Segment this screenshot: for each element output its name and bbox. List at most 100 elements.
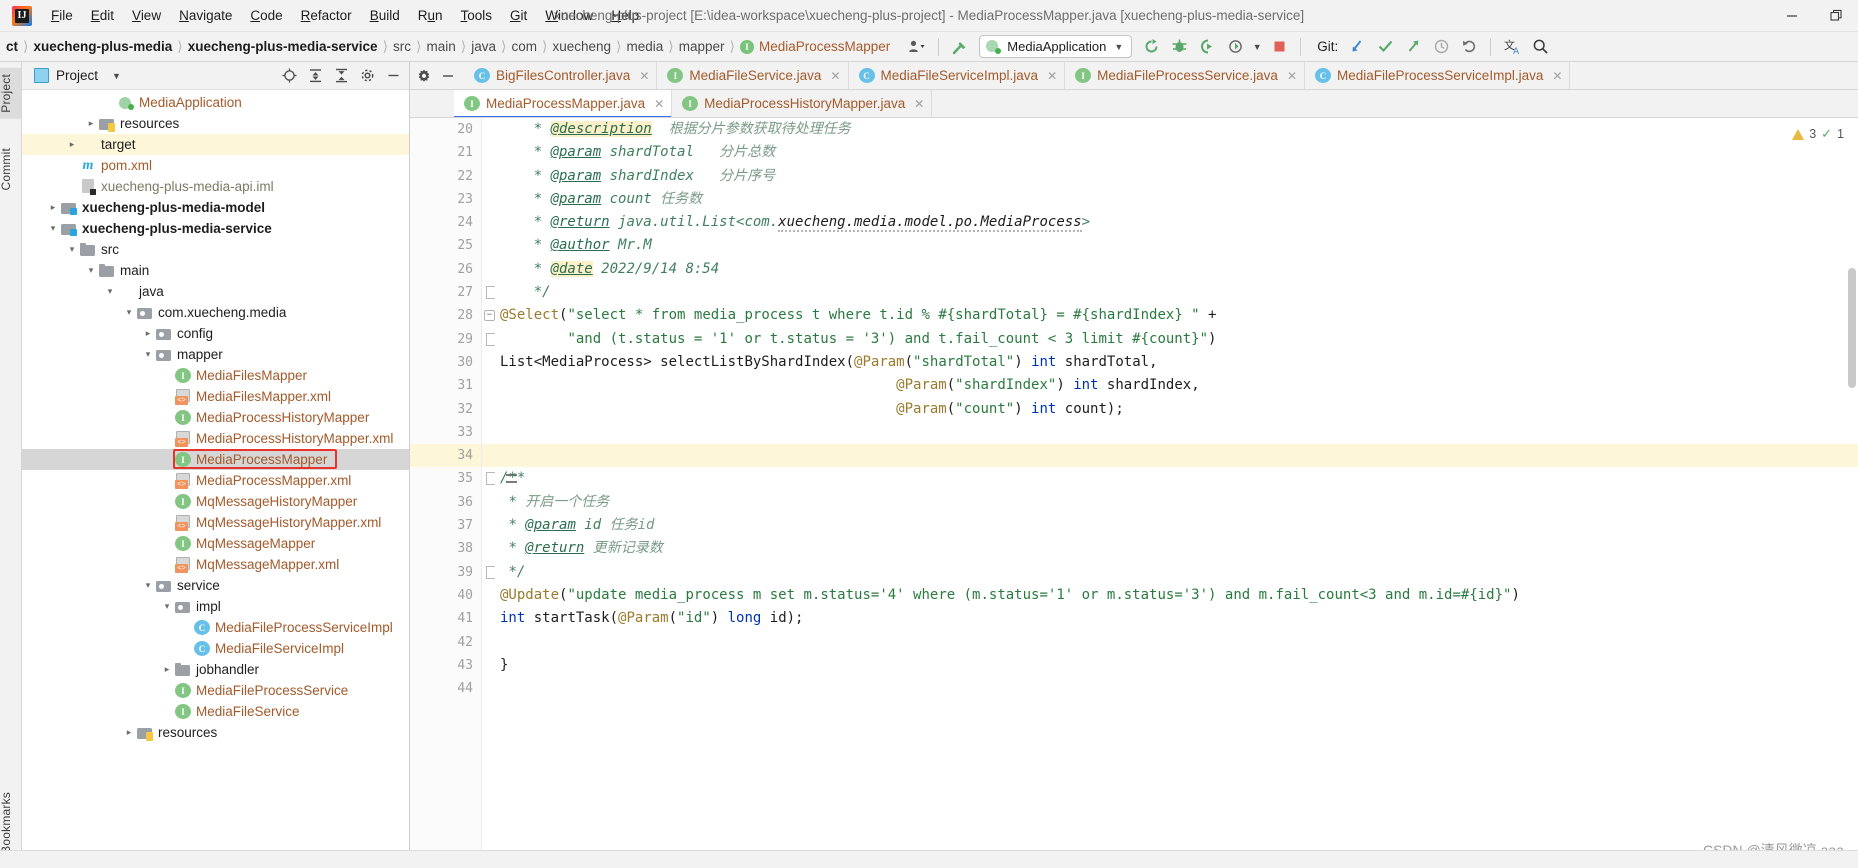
breadcrumb-item-5[interactable]: java — [467, 37, 500, 56]
tree-row[interactable]: C MediaFileProcessServiceImpl — [22, 617, 409, 638]
chevron-down-icon[interactable]: ▾ — [161, 601, 173, 613]
breadcrumb-item-file[interactable]: I MediaProcessMapper — [736, 37, 894, 56]
tree-row[interactable]: ▾ src — [22, 239, 409, 260]
code-content[interactable]: * @description 根据分片参数获取待处理任务 * @param sh… — [482, 118, 1858, 868]
menu-help[interactable]: Help — [602, 4, 648, 27]
tool-window-tab-project[interactable]: Project — [0, 68, 21, 119]
search-everywhere-icon[interactable] — [1527, 35, 1553, 59]
tree-row[interactable]: ▸ xuecheng-plus-media-model — [22, 197, 409, 218]
breadcrumb-item-7[interactable]: xuecheng — [548, 37, 615, 56]
chevron-right-icon[interactable]: ▸ — [161, 664, 173, 676]
tool-window-tab-bookmarks[interactable]: Bookmarks — [0, 786, 21, 860]
tree-row[interactable]: MediaProcessHistoryMapper.xml — [22, 428, 409, 449]
tree-row[interactable]: I MediaProcessMapper — [22, 449, 409, 470]
breadcrumb-item-9[interactable]: mapper — [675, 37, 729, 56]
tree-row[interactable]: ▾ mapper — [22, 344, 409, 365]
close-icon[interactable]: ✕ — [639, 69, 649, 83]
git-commit-icon[interactable] — [1372, 35, 1398, 59]
translate-icon[interactable]: 文 A — [1499, 35, 1525, 59]
breadcrumb-item-0[interactable]: ct — [2, 37, 22, 56]
settings-gear-icon[interactable] — [414, 65, 434, 87]
chevron-down-icon[interactable]: ▾ — [142, 349, 154, 361]
tree-row[interactable]: ▾ xuecheng-plus-media-service — [22, 218, 409, 239]
tree-row[interactable]: MqMessageMapper.xml — [22, 554, 409, 575]
rerun-icon[interactable] — [1138, 35, 1164, 59]
breadcrumb-item-3[interactable]: src — [389, 37, 415, 56]
breadcrumb-item-6[interactable]: com — [507, 37, 541, 56]
editor-tab[interactable]: I MediaFileService.java ✕ — [657, 62, 849, 89]
chevron-down-icon[interactable]: ▾ — [47, 223, 59, 235]
tree-row[interactable]: I MediaProcessHistoryMapper — [22, 407, 409, 428]
chevron-down-icon[interactable]: ▾ — [142, 580, 154, 592]
menu-git[interactable]: Git — [501, 4, 536, 27]
menu-run[interactable]: Run — [409, 4, 452, 27]
editor-tab[interactable]: C BigFilesController.java ✕ — [464, 62, 658, 89]
tree-row[interactable]: ▸ jobhandler — [22, 659, 409, 680]
menu-build[interactable]: Build — [361, 4, 409, 27]
menu-tools[interactable]: Tools — [452, 4, 502, 27]
chevron-right-icon[interactable]: ▸ — [123, 727, 135, 739]
tree-row[interactable]: ▸ resources — [22, 113, 409, 134]
debug-icon[interactable] — [1166, 35, 1192, 59]
tree-row[interactable]: I MqMessageMapper — [22, 533, 409, 554]
collapse-all-icon[interactable] — [329, 65, 353, 87]
menu-window[interactable]: Window — [536, 4, 602, 27]
tree-row[interactable]: MediaProcessMapper.xml — [22, 470, 409, 491]
chevron-down-icon[interactable]: ▼ — [112, 71, 121, 81]
tree-row[interactable]: I MediaFilesMapper — [22, 365, 409, 386]
avatar-icon[interactable] — [904, 35, 930, 59]
tree-row[interactable]: I MediaFileService — [22, 701, 409, 722]
menu-code[interactable]: Code — [241, 4, 291, 27]
editor-tab[interactable]: I MediaProcessHistoryMapper.java ✕ — [672, 90, 933, 117]
tree-row[interactable]: m pom.xml — [22, 155, 409, 176]
chevron-down-icon[interactable]: ▾ — [85, 265, 97, 277]
chevron-down-icon[interactable]: ▾ — [104, 286, 116, 298]
tree-row[interactable]: xuecheng-plus-media-api.iml — [22, 176, 409, 197]
breadcrumb-item-4[interactable]: main — [423, 37, 460, 56]
tree-row[interactable]: ▸ target — [22, 134, 409, 155]
menu-navigate[interactable]: Navigate — [170, 4, 241, 27]
close-icon[interactable]: ✕ — [914, 97, 924, 111]
tool-window-tab-commit[interactable]: Commit — [0, 142, 21, 197]
close-icon[interactable]: ✕ — [654, 97, 664, 111]
inspection-widget[interactable]: 3 ✓ 1 — [1792, 126, 1844, 142]
history-icon[interactable] — [1428, 35, 1454, 59]
close-icon[interactable]: ✕ — [1047, 69, 1057, 83]
editor-tab[interactable]: I MediaProcessMapper.java ✕ — [454, 90, 673, 117]
chevron-down-icon[interactable]: ▾ — [123, 307, 135, 319]
tree-row[interactable]: ▾ service — [22, 575, 409, 596]
run-with-coverage-icon[interactable] — [1194, 35, 1220, 59]
close-icon[interactable]: ✕ — [1552, 69, 1562, 83]
locate-icon[interactable] — [277, 65, 301, 87]
breadcrumb-item-8[interactable]: media — [622, 37, 667, 56]
menu-file[interactable]: File — [42, 4, 82, 27]
restore-button[interactable] — [1814, 1, 1858, 31]
close-icon[interactable]: ✕ — [1287, 69, 1297, 83]
code-editor[interactable]: 20 21 22 23 24 25 26 27 28−29 30 31 32 33 34 35 36 37 38 3… — [410, 118, 1858, 868]
chevron-right-icon[interactable]: ▸ — [47, 202, 59, 214]
profiler-icon[interactable] — [1222, 35, 1248, 59]
chevron-down-icon[interactable]: ▼ — [1250, 35, 1264, 59]
menu-edit[interactable]: Edit — [82, 4, 123, 27]
minimize-button[interactable] — [1770, 1, 1814, 31]
git-update-icon[interactable] — [1344, 35, 1370, 59]
stop-icon[interactable] — [1266, 35, 1292, 59]
tree-row[interactable]: ▸ config — [22, 323, 409, 344]
chevron-down-icon[interactable]: ▾ — [66, 244, 78, 256]
close-icon[interactable]: ✕ — [830, 69, 840, 83]
chevron-right-icon[interactable]: ▸ — [142, 328, 154, 340]
git-push-icon[interactable] — [1400, 35, 1426, 59]
project-tree[interactable]: MediaApplication ▸ resources ▸ target m pom.xm… — [22, 90, 409, 868]
chevron-right-icon[interactable]: ▸ — [66, 139, 78, 151]
hide-panel-icon[interactable] — [381, 65, 405, 87]
expand-all-icon[interactable] — [303, 65, 327, 87]
editor-tab[interactable]: I MediaFileProcessService.java ✕ — [1065, 62, 1306, 89]
editor-tab[interactable]: C MediaFileProcessServiceImpl.java ✕ — [1305, 62, 1571, 89]
settings-gear-icon[interactable] — [355, 65, 379, 87]
tree-row[interactable]: MediaApplication — [22, 92, 409, 113]
tree-row[interactable]: I MediaFileProcessService — [22, 680, 409, 701]
tree-row[interactable]: MqMessageHistoryMapper.xml — [22, 512, 409, 533]
tree-row[interactable]: ▸ resources — [22, 722, 409, 743]
menu-view[interactable]: View — [123, 4, 170, 27]
chevron-right-icon[interactable]: ▸ — [85, 118, 97, 130]
